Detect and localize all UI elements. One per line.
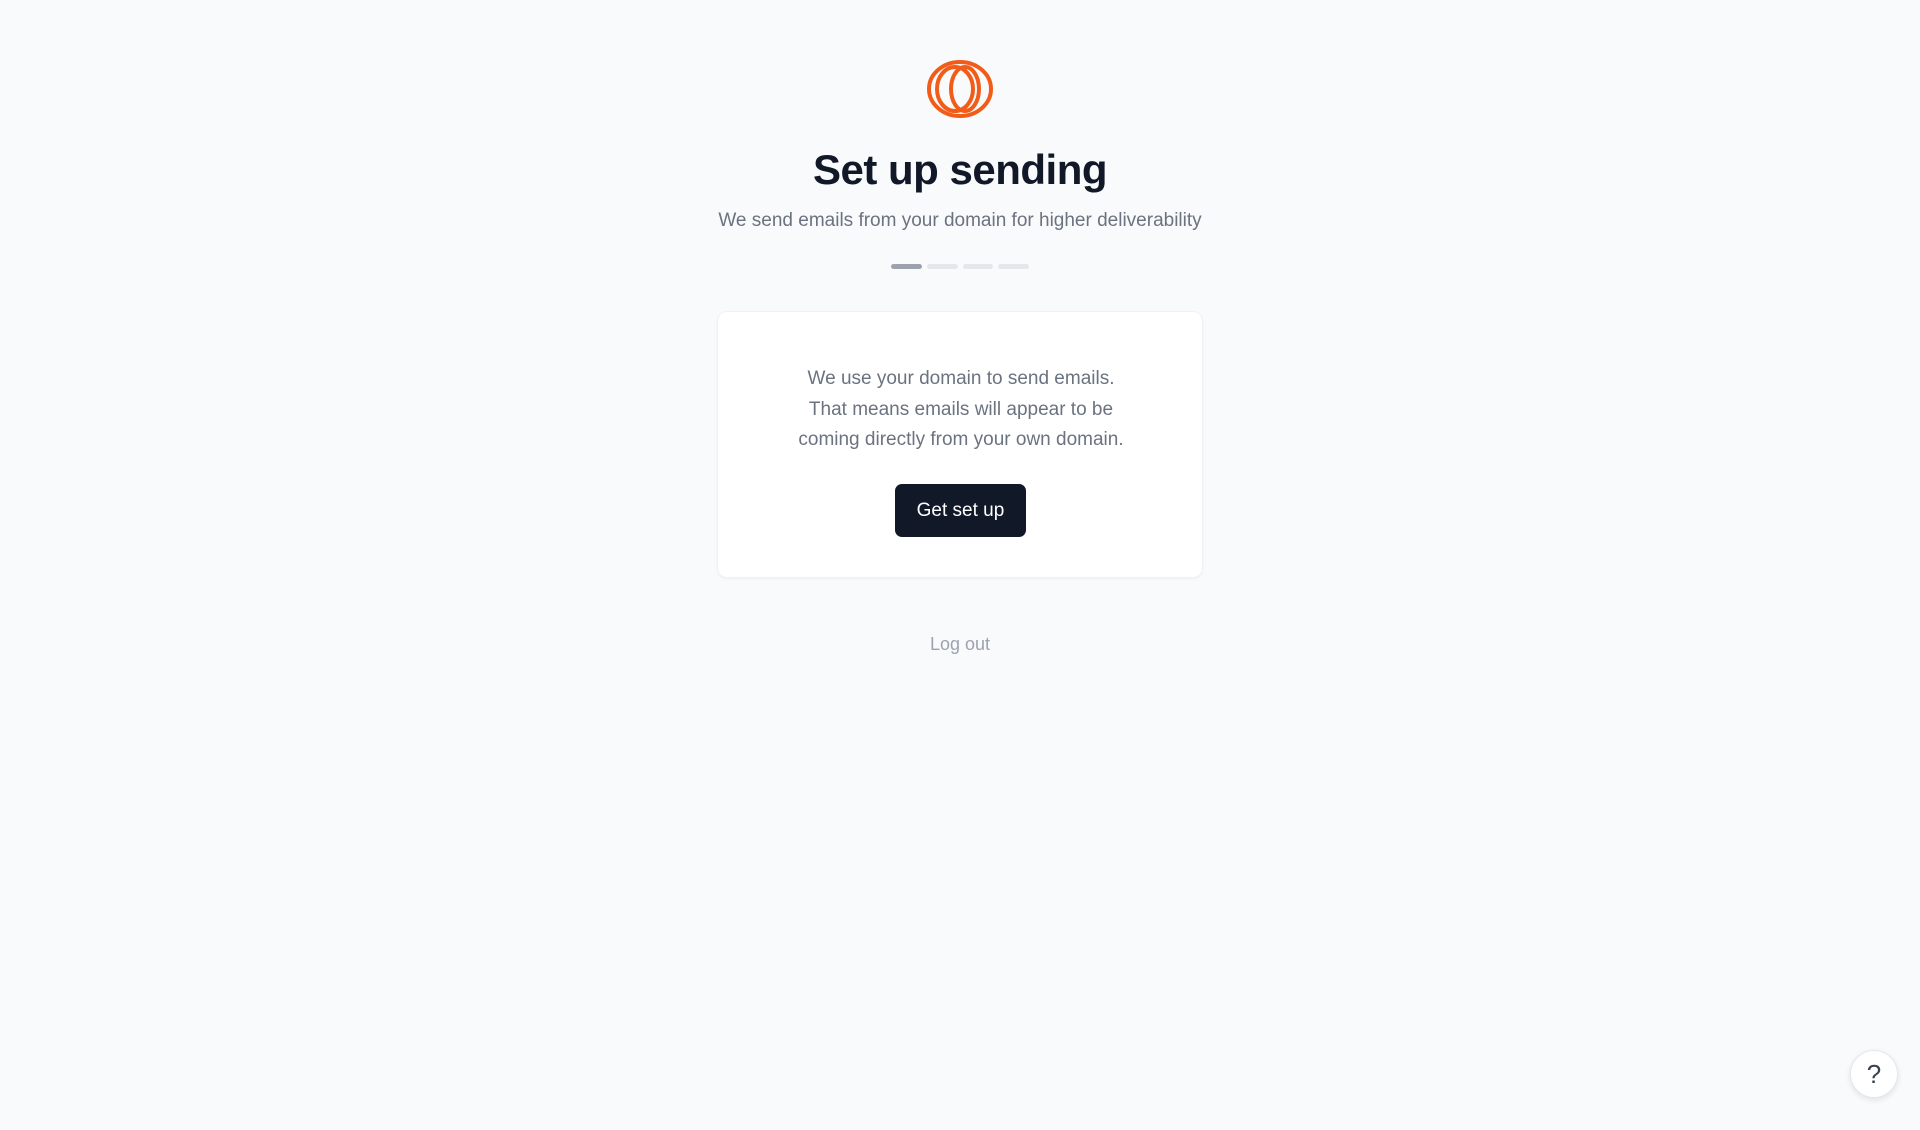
step-1-indicator	[891, 264, 922, 269]
step-2-indicator	[926, 264, 958, 269]
page-subtitle: We send emails from your domain for high…	[718, 210, 1202, 231]
description-line-3: coming directly from your own domain.	[798, 429, 1124, 450]
brand-logo-icon	[927, 60, 993, 118]
step-4-indicator	[998, 264, 1029, 269]
page-title: Set up sending	[812, 146, 1108, 193]
step-progress-indicator	[891, 264, 1029, 269]
setup-page: Set up sending We send emails from your …	[0, 0, 1920, 1130]
get-set-up-button[interactable]: Get set up	[895, 484, 1026, 537]
logout-container: Log out	[0, 632, 1920, 656]
setup-card: We use your domain to send emails. That …	[717, 311, 1203, 578]
logout-link[interactable]: Log out	[930, 634, 990, 654]
step-3-indicator	[962, 264, 994, 269]
setup-description: We use your domain to send emails. That …	[718, 364, 1204, 456]
help-button[interactable]: ?	[1850, 1050, 1898, 1098]
description-line-1: We use your domain to send emails.	[807, 368, 1115, 389]
description-line-2: That means emails will appear to be	[808, 398, 1114, 420]
question-mark-icon: ?	[1866, 1058, 1882, 1089]
